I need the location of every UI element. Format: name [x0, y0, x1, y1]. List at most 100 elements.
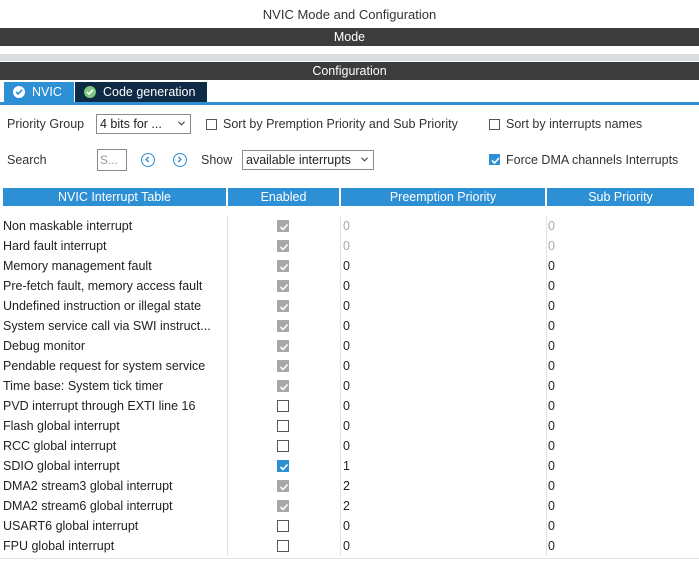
sub-priority-cell[interactable]: 0 [548, 336, 555, 356]
sub-priority-cell[interactable]: 0 [548, 276, 555, 296]
table-row[interactable]: SDIO global interrupt 1 0 [0, 456, 699, 476]
table-row[interactable]: Memory management fault 0 0 [0, 256, 699, 276]
checkmark-icon [279, 283, 289, 291]
table-row[interactable]: DMA2 stream3 global interrupt 2 0 [0, 476, 699, 496]
sub-priority-cell[interactable]: 0 [548, 476, 555, 496]
sub-priority-cell[interactable]: 0 [548, 416, 555, 436]
table-row[interactable]: Pendable request for system service 0 0 [0, 356, 699, 376]
mode-section-header[interactable]: Mode [0, 28, 699, 46]
sub-priority-cell[interactable]: 0 [548, 356, 555, 376]
preemption-priority-cell[interactable]: 0 [343, 336, 350, 356]
sub-priority-cell[interactable]: 0 [548, 396, 555, 416]
preemption-priority-cell: 0 [343, 219, 350, 233]
table-row[interactable]: System service call via SWI instruct... 0… [0, 316, 699, 336]
table-row[interactable]: PVD interrupt through EXTI line 16 0 0 [0, 396, 699, 416]
sub-priority-cell[interactable]: 0 [548, 516, 555, 536]
tab-nvic[interactable]: NVIC [4, 82, 74, 102]
table-row[interactable]: RCC global interrupt 0 0 [0, 436, 699, 456]
interrupt-name: Hard fault interrupt [3, 239, 107, 253]
enabled-checkbox[interactable] [277, 440, 289, 452]
tab-code-generation-label: Code generation [103, 85, 196, 99]
table-row[interactable]: Non maskable interrupt 0 0 [0, 216, 699, 236]
show-value: available interrupts [246, 153, 351, 167]
checkmark-icon [279, 503, 289, 511]
table-row[interactable]: Debug monitor 0 0 [0, 336, 699, 356]
table-row[interactable]: Flash global interrupt 0 0 [0, 416, 699, 436]
section-divider [0, 54, 699, 61]
checkmark-icon [279, 243, 289, 251]
preemption-priority-cell[interactable]: 2 [343, 476, 350, 496]
table-row[interactable]: Time base: System tick timer 0 0 [0, 376, 699, 396]
preemption-priority-cell: 0 [343, 239, 350, 253]
checkmark-icon [279, 323, 289, 331]
checkmark-icon [279, 383, 289, 391]
preemption-priority-cell[interactable]: 0 [343, 416, 350, 436]
interrupt-name: DMA2 stream6 global interrupt [3, 499, 173, 513]
preemption-priority-cell[interactable]: 0 [343, 256, 350, 276]
search-input[interactable]: S... [97, 149, 127, 171]
enabled-checkbox[interactable] [277, 400, 289, 412]
sub-priority-cell[interactable]: 0 [548, 436, 555, 456]
sub-priority-cell[interactable]: 0 [548, 256, 555, 276]
force-dma-checkbox[interactable] [489, 154, 500, 165]
enabled-checkbox [277, 480, 289, 492]
preemption-priority-cell[interactable]: 0 [343, 436, 350, 456]
enabled-checkbox [277, 260, 289, 272]
enabled-checkbox[interactable] [277, 520, 289, 532]
checkmark-icon [279, 463, 289, 471]
interrupt-name: RCC global interrupt [3, 439, 117, 453]
preemption-priority-cell[interactable]: 2 [343, 496, 350, 516]
sub-priority-cell: 0 [548, 219, 555, 233]
interrupt-name: FPU global interrupt [3, 539, 115, 553]
checkmark-icon [279, 483, 289, 491]
show-label: Show [201, 153, 233, 167]
sub-priority-cell[interactable]: 0 [548, 316, 555, 336]
window-title: NVIC Mode and Configuration [262, 7, 437, 22]
preemption-priority-cell[interactable]: 1 [343, 456, 350, 476]
preemption-priority-cell[interactable]: 0 [343, 516, 350, 536]
column-header-preemption[interactable]: Preemption Priority [341, 188, 545, 206]
preemption-priority-cell[interactable]: 0 [343, 376, 350, 396]
sub-priority-cell[interactable]: 0 [548, 536, 555, 556]
table-row[interactable]: USART6 global interrupt 0 0 [0, 516, 699, 536]
preemption-priority-cell[interactable]: 0 [343, 276, 350, 296]
checkmark-icon [279, 303, 289, 311]
priority-group-select[interactable]: 4 bits for ... [96, 114, 191, 134]
column-header-sub-priority[interactable]: Sub Priority [547, 188, 694, 206]
sub-priority-cell[interactable]: 0 [548, 376, 555, 396]
tab-code-generation[interactable]: Code generation [75, 82, 207, 102]
configuration-section-header[interactable]: Configuration [0, 62, 699, 80]
sort-names-checkbox[interactable] [489, 119, 500, 130]
sort-premption-checkbox[interactable] [206, 119, 217, 130]
search-next-button[interactable] [173, 153, 187, 167]
enabled-checkbox[interactable] [277, 460, 289, 472]
table-row[interactable]: Undefined instruction or illegal state 0 0 [0, 296, 699, 316]
preemption-priority-cell[interactable]: 0 [343, 536, 350, 556]
interrupt-name: Flash global interrupt [3, 419, 120, 433]
enabled-checkbox [277, 220, 289, 232]
sub-priority-cell: 0 [548, 239, 555, 253]
enabled-checkbox[interactable] [277, 540, 289, 552]
chevron-left-icon [145, 156, 150, 163]
preemption-priority-cell[interactable]: 0 [343, 296, 350, 316]
show-select[interactable]: available interrupts [242, 150, 374, 170]
checkmark-icon [279, 363, 289, 371]
preemption-priority-cell[interactable]: 0 [343, 356, 350, 376]
interrupt-name: PVD interrupt through EXTI line 16 [3, 399, 196, 413]
enabled-checkbox[interactable] [277, 420, 289, 432]
sub-priority-cell[interactable]: 0 [548, 456, 555, 476]
search-label: Search [7, 153, 47, 167]
preemption-priority-cell[interactable]: 0 [343, 396, 350, 416]
table-row[interactable]: DMA2 stream6 global interrupt 2 0 [0, 496, 699, 516]
table-row[interactable]: Hard fault interrupt 0 0 [0, 236, 699, 256]
interrupt-name: Pendable request for system service [3, 359, 206, 373]
sub-priority-cell[interactable]: 0 [548, 296, 555, 316]
search-previous-button[interactable] [141, 153, 155, 167]
chevron-down-icon [178, 121, 185, 126]
table-row[interactable]: FPU global interrupt 0 0 [0, 536, 699, 556]
table-row[interactable]: Pre-fetch fault, memory access fault 0 0 [0, 276, 699, 296]
column-header-name[interactable]: NVIC Interrupt Table [3, 188, 226, 206]
column-header-enabled[interactable]: Enabled [228, 188, 339, 206]
preemption-priority-cell[interactable]: 0 [343, 316, 350, 336]
sub-priority-cell[interactable]: 0 [548, 496, 555, 516]
